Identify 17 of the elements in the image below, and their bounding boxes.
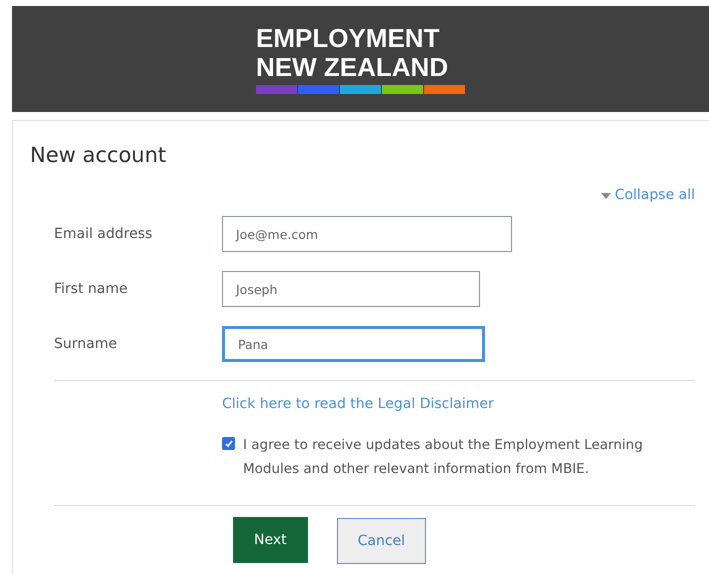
next-button[interactable]: Next	[233, 517, 308, 563]
legal-disclaimer-link[interactable]: Click here to read the Legal Disclaimer	[222, 396, 494, 412]
field-label: Surname	[54, 334, 118, 354]
collapse-all-link[interactable]: Collapse all	[600, 185, 695, 206]
logo-text: NEW ZEALAND	[256, 53, 448, 82]
field-label: First name	[54, 280, 129, 298]
field-label: Email address	[54, 224, 154, 244]
page-title: New account	[30, 142, 168, 169]
cancel-button[interactable]: Cancel	[336, 518, 426, 564]
caret-icon	[600, 192, 611, 198]
input-field[interactable]: Joseph	[222, 271, 480, 307]
agree-text: I agree to receive updates about the Employment Learning Modules and other relevant information from MBIE.	[243, 436, 644, 479]
agree-checkbox[interactable]	[222, 437, 235, 450]
input-field[interactable]: Joe@me.com	[222, 216, 512, 252]
input-field[interactable]: Pana	[222, 326, 485, 362]
logo[interactable]: EMPLOYMENT NEW ZEALAND	[256, 24, 465, 94]
logo-text: EMPLOYMENT	[256, 24, 440, 53]
